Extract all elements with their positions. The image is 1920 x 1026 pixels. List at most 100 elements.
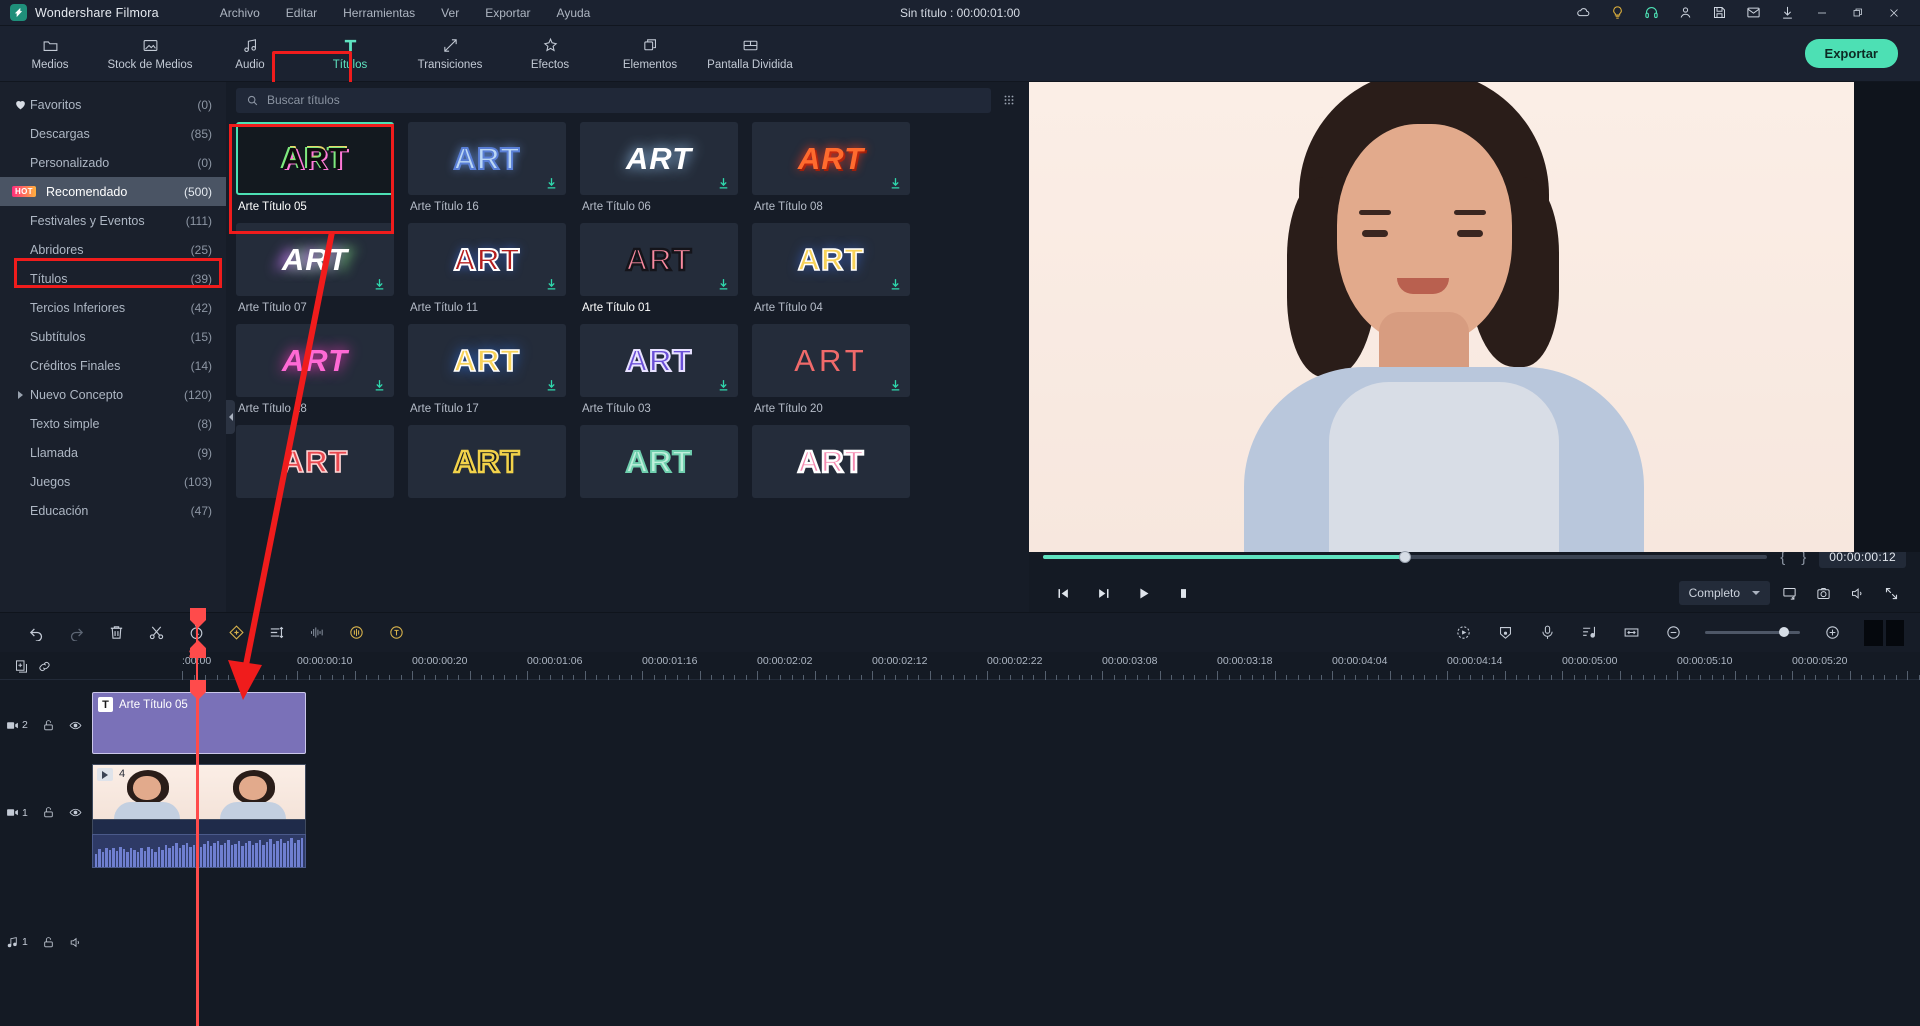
stop-icon[interactable] (1163, 578, 1203, 608)
link-icon[interactable] (37, 659, 52, 674)
title-card-row4-3[interactable]: ART (580, 425, 738, 498)
card-thumbnail[interactable]: ART (580, 223, 738, 296)
search-box[interactable] (236, 87, 991, 113)
card-thumbnail[interactable]: ART (408, 122, 566, 195)
title-card-arte-titulo-11[interactable]: ART Arte Título 11 (408, 223, 566, 314)
title-card-arte-titulo-08[interactable]: ART Arte Título 08 (752, 122, 910, 213)
quality-selector[interactable]: Completo (1678, 581, 1770, 605)
title-card-row4-4[interactable]: ART (752, 425, 910, 498)
download-icon[interactable] (373, 378, 386, 392)
sidebar-item-festivales-y-eventos[interactable]: Festivales y Eventos (111) (0, 206, 226, 235)
delete-icon[interactable] (96, 618, 136, 648)
fullscreen-icon[interactable] (1876, 580, 1906, 606)
menu-exportar[interactable]: Exportar (472, 2, 543, 24)
tab-transiciones[interactable]: Transiciones (400, 26, 500, 82)
card-thumbnail[interactable]: ART (236, 324, 394, 397)
card-thumbnail[interactable]: ART (752, 324, 910, 397)
preview-stage[interactable]: Controlador de grupo ( Text (1029, 82, 1920, 552)
lightbulb-icon[interactable] (1600, 0, 1634, 26)
save-icon[interactable] (1702, 0, 1736, 26)
keyframe-diamond-icon[interactable] (216, 618, 256, 648)
sidebar-item-nuevo-concepto[interactable]: Nuevo Concepto (120) (0, 380, 226, 409)
timeline-ruler[interactable]: :00:00 00:00:00:10 00:00:00:20 00:00:01:… (0, 652, 1920, 680)
timeline-clip-arte-titulo-05[interactable]: T Arte Título 05 (92, 692, 306, 754)
sidebar-item-texto-simple[interactable]: Texto simple (8) (0, 409, 226, 438)
snapshot-screen-icon[interactable] (1774, 580, 1804, 606)
track-mute-icon[interactable] (69, 936, 82, 949)
sidebar-item-tercios-inferiores[interactable]: Tercios Inferiores (42) (0, 293, 226, 322)
card-thumbnail[interactable]: ART (236, 425, 394, 498)
undo-icon[interactable] (16, 618, 56, 648)
panel-collapse-handle[interactable] (226, 400, 235, 434)
title-card-arte-titulo-01[interactable]: ART Arte Título 01 (580, 223, 738, 314)
sidebar-item-titulos[interactable]: Títulos (39) (0, 264, 226, 293)
menu-editar[interactable]: Editar (273, 2, 330, 24)
video-canvas[interactable] (1029, 82, 1920, 552)
play-icon[interactable] (1123, 578, 1163, 608)
text-speed-icon[interactable] (376, 618, 416, 648)
download-icon[interactable] (1770, 0, 1804, 26)
minimize-icon[interactable] (1804, 0, 1840, 26)
sidebar-item-llamada[interactable]: Llamada (9) (0, 438, 226, 467)
zoom-out-icon[interactable] (1653, 618, 1693, 648)
track-lock-icon[interactable] (42, 719, 55, 732)
download-icon[interactable] (545, 176, 558, 190)
card-thumbnail[interactable]: ART (580, 425, 738, 498)
fit-width-icon[interactable] (1611, 618, 1651, 648)
track-body-audio-1[interactable] (92, 922, 1920, 962)
tab-pantalla-dividida[interactable]: Pantalla Dividida (700, 26, 800, 82)
sidebar-item-creditos-finales[interactable]: Créditos Finales (14) (0, 351, 226, 380)
card-thumbnail[interactable]: ART (752, 223, 910, 296)
sidebar-item-favoritos[interactable]: Favoritos (0) (0, 90, 226, 119)
audio-music-icon[interactable] (1569, 618, 1609, 648)
volume-icon[interactable] (1842, 580, 1872, 606)
card-thumbnail[interactable]: ART (408, 324, 566, 397)
sidebar-item-juegos[interactable]: Juegos (103) (0, 467, 226, 496)
track-lock-icon[interactable] (42, 936, 55, 949)
download-icon[interactable] (717, 176, 730, 190)
title-card-row4-1[interactable]: ART (236, 425, 394, 498)
track-1-video[interactable]: 1 4 (0, 764, 1920, 876)
download-icon[interactable] (545, 277, 558, 291)
download-icon[interactable] (717, 378, 730, 392)
camera-icon[interactable] (1808, 580, 1838, 606)
title-card-row4-2[interactable]: ART (408, 425, 566, 498)
close-icon[interactable] (1876, 0, 1912, 26)
tab-stock-de-medios[interactable]: Stock de Medios (100, 26, 200, 82)
card-thumbnail[interactable]: ART (752, 425, 910, 498)
card-thumbnail[interactable]: ART (236, 122, 394, 195)
clip-play-icon[interactable] (97, 768, 113, 781)
track-visibility-icon[interactable] (69, 719, 82, 732)
sidebar-item-subtitulos[interactable]: Subtítulos (15) (0, 322, 226, 351)
menu-herramientas[interactable]: Herramientas (330, 2, 428, 24)
next-frame-icon[interactable] (1083, 578, 1123, 608)
split-scissors-icon[interactable] (136, 618, 176, 648)
seek-bar[interactable] (1043, 551, 1768, 563)
grid-view-icon[interactable] (999, 90, 1019, 110)
sidebar-item-abridores[interactable]: Abridores (25) (0, 235, 226, 264)
export-button[interactable]: Exportar (1804, 39, 1898, 68)
download-icon[interactable] (889, 277, 902, 291)
track-visibility-icon[interactable] (69, 806, 82, 819)
timeline-tracks[interactable]: 2 T Arte Título 05 1 4 1 (0, 680, 1920, 1026)
sidebar-item-recomendado[interactable]: HOT Recomendado (500) (0, 177, 226, 206)
restore-icon[interactable] (1840, 0, 1876, 26)
zoom-in-icon[interactable] (1812, 618, 1852, 648)
download-icon[interactable] (717, 277, 730, 291)
title-card-arte-titulo-06[interactable]: ART Arte Título 06 (580, 122, 738, 213)
tab-audio[interactable]: Audio (200, 26, 300, 82)
title-card-arte-titulo-16[interactable]: ART Arte Título 16 (408, 122, 566, 213)
audio-detach-icon[interactable] (336, 618, 376, 648)
sidebar-item-educacion[interactable]: Educación (47) (0, 496, 226, 525)
download-icon[interactable] (545, 378, 558, 392)
title-card-arte-titulo-20[interactable]: ART Arte Título 20 (752, 324, 910, 415)
download-icon[interactable] (889, 176, 902, 190)
mail-icon[interactable] (1736, 0, 1770, 26)
microphone-icon[interactable] (1527, 618, 1567, 648)
menu-archivo[interactable]: Archivo (207, 2, 273, 24)
card-thumbnail[interactable]: ART (580, 324, 738, 397)
timeline-clip-video[interactable]: 4 (92, 764, 306, 820)
title-card-arte-titulo-07[interactable]: ART Arte Título 07 (236, 223, 394, 314)
title-card-arte-titulo-17[interactable]: ART Arte Título 17 (408, 324, 566, 415)
card-thumbnail[interactable]: ART (580, 122, 738, 195)
